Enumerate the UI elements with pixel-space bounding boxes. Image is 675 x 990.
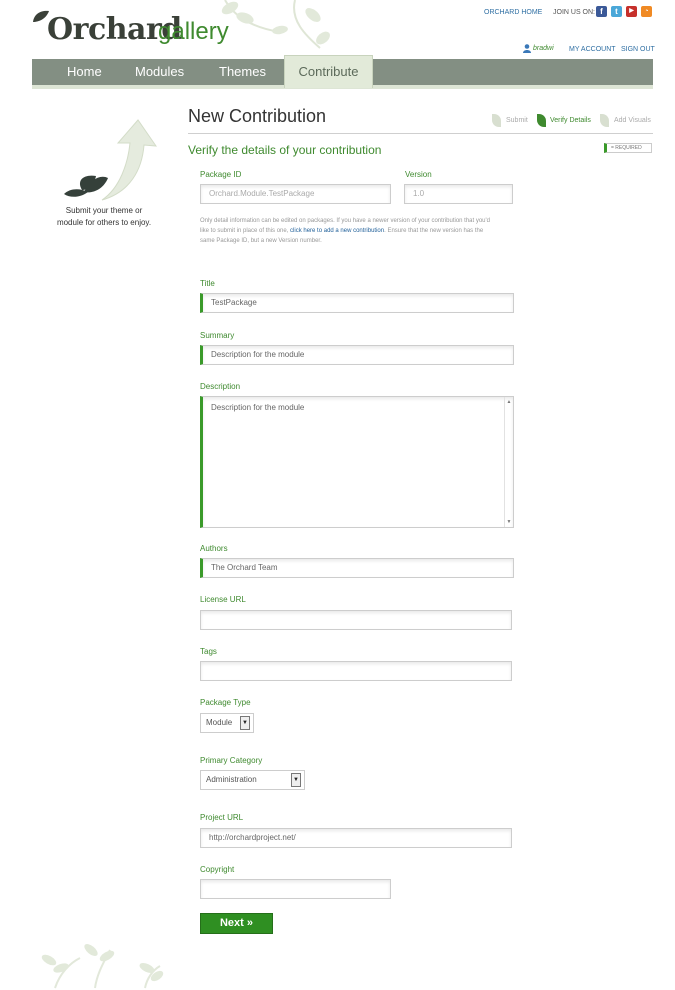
summary-field[interactable]: Description for the module	[200, 345, 514, 365]
logo-gallery-text: gallery	[158, 18, 229, 45]
leaf-decoration-bottom	[41, 944, 164, 989]
add-new-contribution-link[interactable]: click here to add a new contribution	[290, 228, 384, 234]
copyright-label: Copyright	[200, 865, 235, 874]
sidebar-text-line1: Submit your theme or	[65, 206, 143, 215]
scroll-down-arrow-icon[interactable]: ▼	[505, 519, 513, 525]
nav-themes[interactable]: Themes	[219, 59, 266, 85]
description-label: Description	[200, 382, 241, 391]
step-verify-details: Verify Details	[550, 117, 591, 124]
step-verify-icon	[537, 114, 546, 127]
summary-label: Summary	[200, 331, 235, 340]
authors-label: Authors	[200, 544, 228, 553]
upload-arrow-illustration	[64, 119, 158, 201]
nav-modules[interactable]: Modules	[135, 59, 184, 85]
rss-icon[interactable]: ◔	[641, 6, 652, 17]
nav-contribute[interactable]: Contribute	[284, 55, 373, 88]
orchard-home-link[interactable]: ORCHARD HOME	[484, 9, 542, 16]
help-text: Only detail information can be edited on…	[200, 216, 490, 246]
username-label: bradwi	[533, 45, 554, 52]
required-legend: = REQUIRED	[604, 143, 652, 153]
join-us-label: JOIN US ON:	[553, 9, 596, 16]
section-title: Verify the details of your contribution	[188, 143, 382, 157]
package-id-label: Package ID	[200, 170, 242, 179]
chevron-down-icon[interactable]: ▼	[291, 773, 301, 787]
version-label: Version	[405, 170, 432, 179]
step-submit: Submit	[506, 117, 528, 124]
authors-field[interactable]: The Orchard Team	[200, 558, 514, 578]
primary-category-label: Primary Category	[200, 756, 263, 765]
sidebar-promo-text: Submit your theme or module for others t…	[44, 205, 164, 229]
page-title: New Contribution	[188, 106, 327, 126]
sign-out-link[interactable]: SIGN OUT	[621, 46, 655, 53]
description-textarea[interactable]: Description for the module	[200, 396, 514, 528]
title-label: Title	[200, 279, 215, 288]
copyright-field[interactable]	[200, 879, 391, 899]
user-icon	[523, 44, 531, 53]
license-url-label: License URL	[200, 595, 246, 604]
title-divider	[188, 133, 653, 134]
next-button[interactable]: Next »	[200, 913, 273, 934]
scroll-up-arrow-icon[interactable]: ▲	[505, 399, 513, 405]
tags-field[interactable]	[200, 661, 512, 681]
step-add-visuals-icon	[600, 114, 609, 127]
primary-category-select[interactable]: Administration ▼	[200, 770, 305, 790]
license-url-field[interactable]	[200, 610, 512, 630]
step-submit-icon	[492, 114, 501, 127]
youtube-icon[interactable]: ▶	[626, 6, 637, 17]
nav-home[interactable]: Home	[67, 59, 102, 85]
package-type-select[interactable]: Module ▼	[200, 713, 254, 733]
package-id-field[interactable]: Orchard.Module.TestPackage	[200, 184, 391, 204]
version-field[interactable]: 1.0	[404, 184, 513, 204]
sidebar-text-line2: module for others to enjoy.	[56, 218, 152, 227]
facebook-icon[interactable]: f	[596, 6, 607, 17]
package-type-label: Package Type	[200, 698, 251, 707]
package-type-value: Module	[206, 718, 233, 727]
tags-label: Tags	[200, 647, 217, 656]
project-url-label: Project URL	[200, 813, 244, 822]
twitter-icon[interactable]: t	[611, 6, 622, 17]
chevron-down-icon[interactable]: ▼	[240, 716, 250, 730]
my-account-link[interactable]: MY ACCOUNT	[569, 46, 616, 53]
title-field[interactable]: TestPackage	[200, 293, 514, 313]
step-add-visuals: Add Visuals	[614, 117, 651, 124]
description-scrollbar[interactable]: ▲ ▼	[504, 397, 513, 527]
project-url-field[interactable]: http://orchardproject.net/	[200, 828, 512, 848]
primary-category-value: Administration	[206, 775, 257, 784]
